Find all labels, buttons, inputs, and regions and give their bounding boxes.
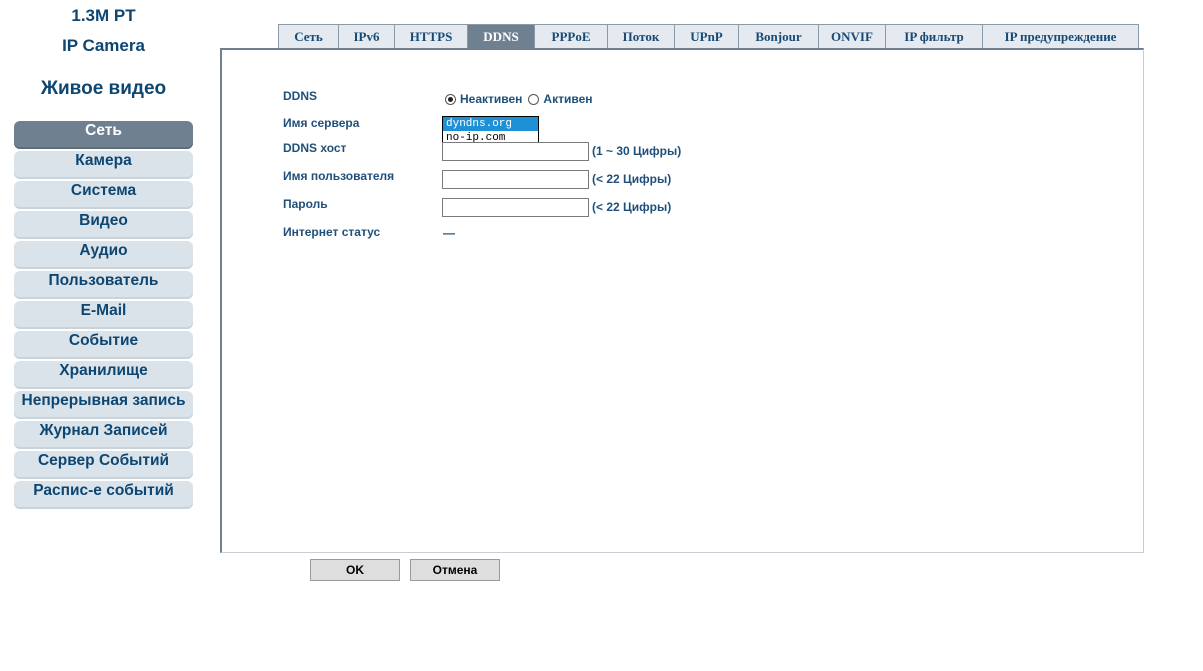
server-name-label: Имя сервера [283, 116, 360, 130]
password-hint: (< 22 Цифры) [592, 200, 672, 214]
ok-button[interactable]: OK [310, 559, 400, 581]
sidebar-item-continuous-recording[interactable]: Непрерывная запись [14, 391, 193, 419]
product-name: IP Camera [62, 36, 145, 55]
live-video-link[interactable]: Живое видео [14, 78, 193, 100]
password-label: Пароль [283, 197, 328, 211]
tab-upnp[interactable]: UPnP [674, 24, 739, 48]
sidebar-item-audio[interactable]: Аудио [14, 241, 193, 269]
tab-ddns[interactable]: DDNS [467, 24, 535, 48]
sidebar-item-video[interactable]: Видео [14, 211, 193, 239]
sidebar-item-event[interactable]: Событие [14, 331, 193, 359]
tab-bar: Сеть IPv6 HTTPS DDNS PPPoE Поток UPnP Bo… [278, 24, 1139, 49]
sidebar-item-network[interactable]: Сеть [14, 121, 193, 149]
cancel-button[interactable]: Отмена [410, 559, 500, 581]
sidebar-item-event-schedule[interactable]: Распис-е событий [14, 481, 193, 509]
sidebar-item-user[interactable]: Пользователь [14, 271, 193, 299]
tab-https[interactable]: HTTPS [394, 24, 468, 48]
ddns-host-input[interactable] [442, 142, 589, 161]
tab-ip-alert[interactable]: IP предупреждение [982, 24, 1139, 48]
sidebar-item-email[interactable]: E-Mail [14, 301, 193, 329]
internet-status-label: Интернет статус [283, 225, 381, 239]
sidebar-item-camera[interactable]: Камера [14, 151, 193, 179]
username-label: Имя пользователя [283, 169, 395, 183]
sidebar-item-system[interactable]: Система [14, 181, 193, 209]
tab-onvif[interactable]: ONVIF [818, 24, 886, 48]
tab-stream[interactable]: Поток [607, 24, 675, 48]
sidebar-item-record-log[interactable]: Журнал Записей [14, 421, 193, 449]
internet-status-value: — [443, 226, 455, 240]
ddns-active-radio[interactable] [528, 93, 540, 105]
tab-network[interactable]: Сеть [278, 24, 339, 48]
sidebar-item-storage[interactable]: Хранилище [14, 361, 193, 389]
server-option-dyndns[interactable]: dyndns.org [443, 117, 538, 131]
tab-ip-filter[interactable]: IP фильтр [885, 24, 983, 48]
tab-bonjour[interactable]: Bonjour [738, 24, 819, 48]
model-name: 1.3M PT [71, 6, 136, 25]
tab-ipv6[interactable]: IPv6 [338, 24, 395, 48]
sidebar-item-event-server[interactable]: Сервер Событий [14, 451, 193, 479]
tab-pppoe[interactable]: PPPoE [534, 24, 608, 48]
ddns-host-hint: (1 ~ 30 Цифры) [592, 144, 682, 158]
username-hint: (< 22 Цифры) [592, 172, 672, 186]
ddns-active-label: Активен [543, 92, 593, 106]
ddns-inactive-radio[interactable] [445, 93, 456, 105]
ddns-host-label: DDNS хост [283, 141, 347, 155]
ddns-radio-group: Неактивен Активен [445, 92, 599, 106]
ddns-label: DDNS [283, 89, 318, 103]
username-input[interactable] [442, 170, 589, 189]
password-input[interactable] [442, 198, 589, 217]
sidebar-nav: Сеть Камера Система Видео Аудио Пользова… [14, 121, 193, 511]
ddns-inactive-label: Неактивен [460, 92, 523, 106]
